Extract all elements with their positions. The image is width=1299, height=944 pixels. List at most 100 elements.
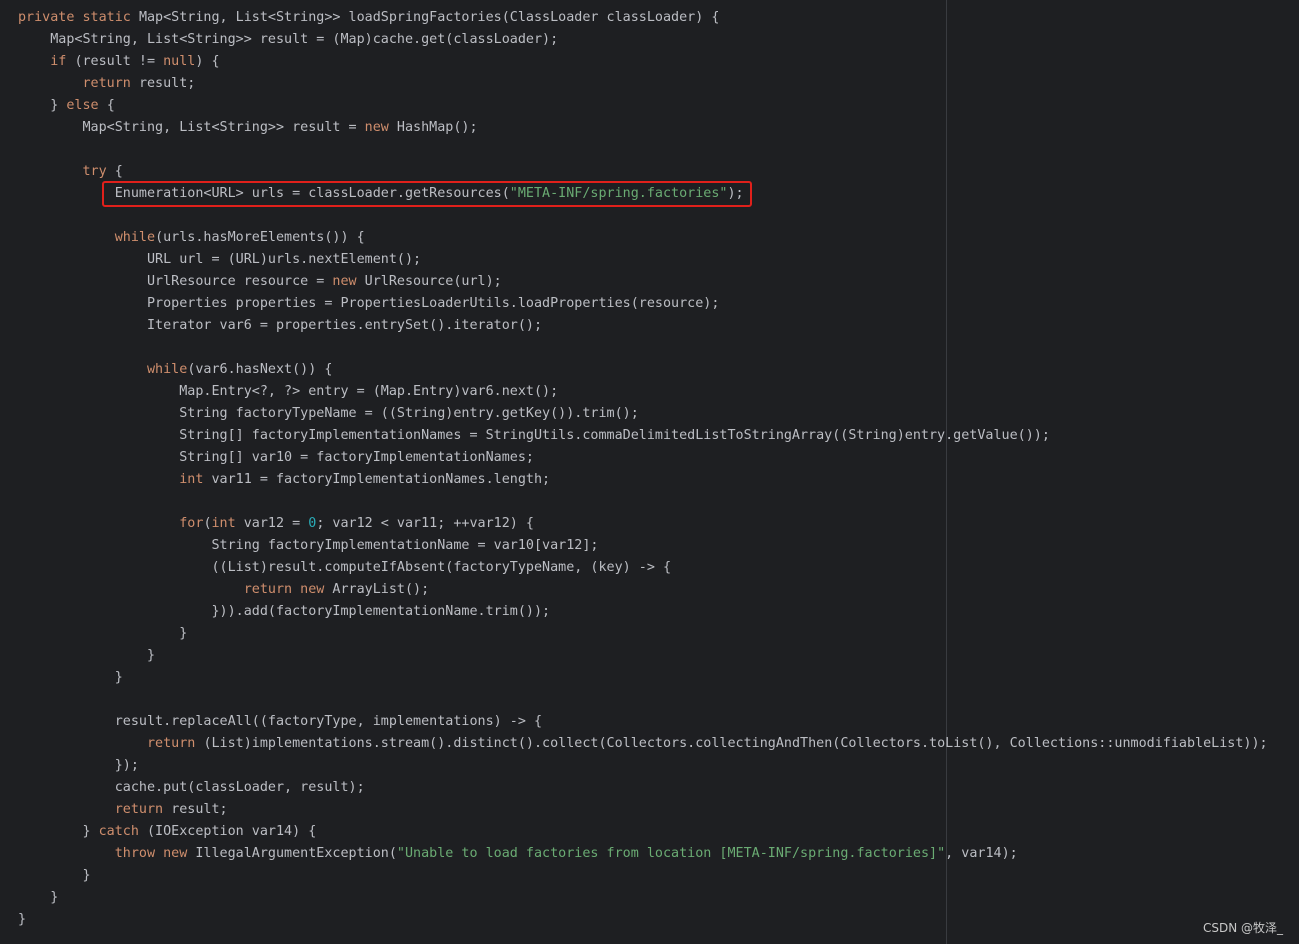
code-line[interactable]: private static Map<String, List<String>>… — [18, 7, 1268, 29]
code-line[interactable]: } else { — [18, 95, 1268, 117]
code-line[interactable]: if (result != null) { — [18, 51, 1268, 73]
code-text: (List)implementations.stream().distinct(… — [203, 736, 1268, 751]
code-text: { — [106, 98, 115, 113]
code-text: Map<String, List<String>> loadSpringFact… — [138, 10, 720, 25]
code-text: var12 = — [243, 516, 309, 531]
code-text: ArrayList(); — [332, 582, 430, 597]
code-line[interactable] — [18, 337, 1268, 359]
code-line[interactable] — [18, 139, 1268, 161]
code-text: (IOException var14) { — [147, 824, 317, 839]
code-keyword: return new — [18, 582, 333, 597]
code-text: } — [18, 648, 156, 663]
code-keyword: int — [18, 472, 212, 487]
code-text: , var14); — [945, 846, 1018, 861]
code-text: result; — [171, 802, 228, 817]
code-keyword: return — [18, 736, 204, 751]
code-text: } — [18, 890, 59, 905]
code-line[interactable]: String factoryImplementationName = var10… — [18, 535, 1268, 557]
code-line[interactable]: String[] factoryImplementationNames = St… — [18, 425, 1268, 447]
code-text: String factoryImplementationName = var10… — [18, 538, 599, 553]
code-line[interactable]: Map<String, List<String>> result = (Map)… — [18, 29, 1268, 51]
code-text: HashMap(); — [396, 120, 478, 135]
code-line[interactable]: } — [18, 887, 1268, 909]
code-text: ) { — [195, 54, 220, 69]
code-text: Properties properties = PropertiesLoader… — [18, 296, 720, 311]
code-line[interactable]: String factoryTypeName = ((String)entry.… — [18, 403, 1268, 425]
code-text: String[] var10 = factoryImplementationNa… — [18, 450, 534, 465]
code-text: var11 = factoryImplementationNames.lengt… — [211, 472, 551, 487]
code-keyword: while — [18, 230, 156, 245]
code-line[interactable]: return result; — [18, 799, 1268, 821]
code-text: cache.put(classLoader, result); — [18, 780, 365, 795]
code-text: } — [18, 626, 188, 641]
code-keyword: catch — [98, 824, 147, 839]
code-line[interactable]: Properties properties = PropertiesLoader… — [18, 293, 1268, 315]
code-line[interactable]: return new ArrayList(); — [18, 579, 1268, 601]
code-keyword: return — [18, 76, 139, 91]
code-text: } — [18, 98, 67, 113]
code-line[interactable] — [18, 689, 1268, 711]
code-line[interactable]: String[] var10 = factoryImplementationNa… — [18, 447, 1268, 469]
code-line[interactable]: return result; — [18, 73, 1268, 95]
code-block[interactable]: private static Map<String, List<String>>… — [18, 7, 1268, 931]
code-keyword: return — [18, 802, 172, 817]
code-text: Map<String, List<String>> result = — [18, 120, 365, 135]
code-line[interactable]: int var11 = factoryImplementationNames.l… — [18, 469, 1268, 491]
code-line[interactable]: } — [18, 645, 1268, 667]
code-line[interactable]: } — [18, 909, 1268, 931]
code-text: })).add(factoryImplementationName.trim()… — [18, 604, 551, 619]
code-line[interactable]: for(int var12 = 0; var12 < var11; ++var1… — [18, 513, 1268, 535]
code-line[interactable]: UrlResource resource = new UrlResource(u… — [18, 271, 1268, 293]
code-text: Iterator var6 = properties.entrySet().it… — [18, 318, 543, 333]
code-editor[interactable]: private static Map<String, List<String>>… — [0, 0, 1299, 944]
code-keyword: while — [18, 362, 188, 377]
code-line[interactable]: cache.put(classLoader, result); — [18, 777, 1268, 799]
code-keyword: null — [163, 54, 196, 69]
code-line[interactable]: URL url = (URL)urls.nextElement(); — [18, 249, 1268, 271]
code-text: (urls.hasMoreElements()) { — [155, 230, 365, 245]
code-text: { — [114, 164, 123, 179]
code-text: ((List)result.computeIfAbsent(factoryTyp… — [18, 560, 672, 575]
code-text: } — [18, 868, 91, 883]
code-keyword: private static — [18, 10, 139, 25]
code-line[interactable] — [18, 205, 1268, 227]
code-line[interactable]: Map<String, List<String>> result = new H… — [18, 117, 1268, 139]
highlight-annotation-box — [102, 181, 752, 207]
watermark: CSDN @牧泽_ — [1202, 921, 1283, 935]
code-text: ; var12 < var11; ++var12) { — [316, 516, 534, 531]
code-text: URL url = (URL)urls.nextElement(); — [18, 252, 422, 267]
code-line[interactable]: }); — [18, 755, 1268, 777]
code-text: ( — [203, 516, 212, 531]
code-keyword: new — [332, 274, 365, 289]
code-line[interactable]: })).add(factoryImplementationName.trim()… — [18, 601, 1268, 623]
code-line[interactable]: while(var6.hasNext()) { — [18, 359, 1268, 381]
code-line[interactable]: } — [18, 667, 1268, 689]
code-text: String[] factoryImplementationNames = St… — [18, 428, 1050, 443]
code-line[interactable] — [18, 491, 1268, 513]
code-keyword: try — [18, 164, 115, 179]
code-text: UrlResource(url); — [364, 274, 502, 289]
code-text: } — [18, 824, 99, 839]
code-text: (result != — [74, 54, 164, 69]
code-text: Map.Entry<?, ?> entry = (Map.Entry)var6.… — [18, 384, 559, 399]
code-text: UrlResource resource = — [18, 274, 333, 289]
code-line[interactable]: } catch (IOException var14) { — [18, 821, 1268, 843]
code-line[interactable]: } — [18, 623, 1268, 645]
code-line[interactable]: return (List)implementations.stream().di… — [18, 733, 1268, 755]
code-text: Map<String, List<String>> result = (Map)… — [18, 32, 559, 47]
code-text: (var6.hasNext()) { — [187, 362, 333, 377]
code-keyword: throw new — [18, 846, 196, 861]
code-line[interactable]: Map.Entry<?, ?> entry = (Map.Entry)var6.… — [18, 381, 1268, 403]
code-line[interactable]: } — [18, 865, 1268, 887]
code-line[interactable]: Iterator var6 = properties.entrySet().it… — [18, 315, 1268, 337]
code-string: "Unable to load factories from location … — [396, 846, 946, 861]
code-text: result; — [138, 76, 196, 91]
code-line[interactable]: try { — [18, 161, 1268, 183]
code-line[interactable]: result.replaceAll((factoryType, implemen… — [18, 711, 1268, 733]
code-keyword: for — [18, 516, 204, 531]
code-line[interactable]: while(urls.hasMoreElements()) { — [18, 227, 1268, 249]
code-keyword: new — [364, 120, 397, 135]
code-text: } — [18, 670, 123, 685]
code-line[interactable]: throw new IllegalArgumentException("Unab… — [18, 843, 1268, 865]
code-line[interactable]: ((List)result.computeIfAbsent(factoryTyp… — [18, 557, 1268, 579]
